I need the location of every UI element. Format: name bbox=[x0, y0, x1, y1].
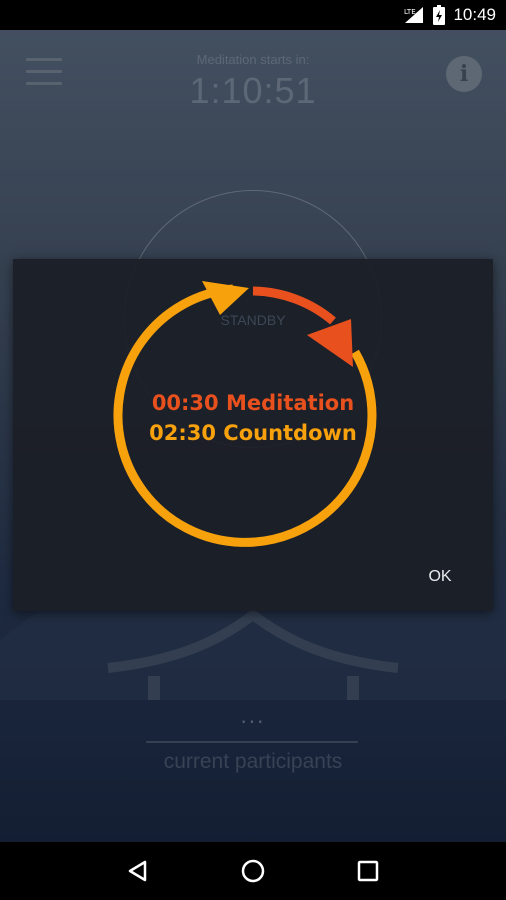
back-triangle-icon[interactable] bbox=[118, 851, 158, 891]
status-bar: LTE 10:49 bbox=[0, 0, 506, 30]
lte-signal-icon: LTE bbox=[403, 5, 425, 25]
meditation-duration: 00:30 Meditation bbox=[151, 391, 355, 415]
status-time: 10:49 bbox=[453, 5, 496, 24]
cycle-info-dialog: STANDBY 00:30 Meditation 02:30 Countdown… bbox=[13, 259, 493, 611]
navigation-bar bbox=[0, 842, 506, 900]
app-screen: Meditation starts in: 1:10:51 i ... curr… bbox=[0, 30, 506, 842]
ok-button[interactable]: OK bbox=[415, 562, 465, 592]
recents-square-icon[interactable] bbox=[348, 851, 388, 891]
battery-icon bbox=[433, 5, 446, 25]
countdown-duration: 02:30 Countdown bbox=[149, 421, 357, 445]
svg-text:LTE: LTE bbox=[404, 8, 416, 16]
home-circle-icon[interactable] bbox=[233, 851, 273, 891]
